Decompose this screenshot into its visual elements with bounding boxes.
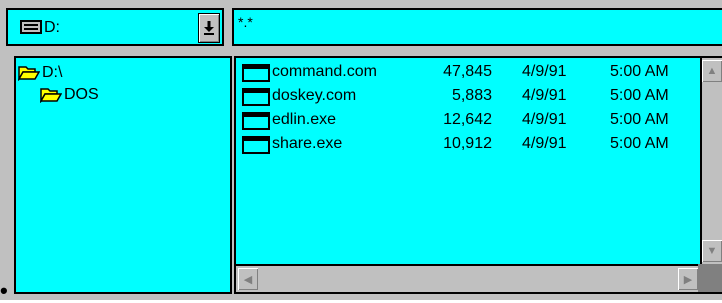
drive-label: D: [44, 19, 60, 36]
file-size: 47,845 [443, 63, 492, 80]
directory-tree[interactable]: D:\ DOS [14, 56, 232, 294]
file-date: 4/9/91 [522, 63, 567, 80]
open-folder-icon [18, 66, 40, 81]
drive-selector[interactable]: D: [6, 8, 224, 46]
list-item[interactable]: edlin.exe 12,642 4/9/91 5:00 AM [240, 108, 700, 132]
file-name: share.exe [272, 135, 343, 152]
filter-field[interactable]: *.* [232, 8, 722, 46]
file-time: 5:00 AM [610, 111, 669, 128]
file-time: 5:00 AM [610, 135, 669, 152]
file-manager-window: D: *.* D:\ DOS command.com 47,845 4/9/91… [0, 0, 722, 303]
vertical-scrollbar[interactable]: ▲ ▼ [700, 58, 722, 264]
drive-icon [20, 20, 42, 34]
file-icon [242, 136, 270, 154]
file-time: 5:00 AM [610, 63, 669, 80]
file-icon [242, 112, 270, 130]
file-date: 4/9/91 [522, 135, 567, 152]
arrow-left-icon: ◀ [243, 273, 253, 286]
tree-item-label: DOS [64, 86, 99, 103]
drive-dropdown-button[interactable] [198, 13, 220, 43]
arrow-right-icon: ▶ [683, 273, 693, 286]
scrollbar-corner [698, 264, 722, 292]
tree-item-label: D:\ [42, 64, 63, 81]
file-size: 5,883 [451, 87, 492, 104]
arrow-down-icon [204, 21, 214, 35]
list-item[interactable]: share.exe 10,912 4/9/91 5:00 AM [240, 132, 700, 156]
file-name: edlin.exe [272, 111, 337, 128]
arrow-down-icon: ▼ [706, 245, 718, 257]
file-time: 5:00 AM [610, 87, 669, 104]
list-item[interactable]: doskey.com 5,883 4/9/91 5:00 AM [240, 84, 700, 108]
file-icon [242, 64, 270, 82]
file-name: command.com [272, 63, 377, 80]
horizontal-scrollbar[interactable]: ◀ ▶ [236, 264, 700, 292]
file-icon [242, 88, 270, 106]
file-size: 12,642 [443, 111, 492, 128]
tree-item-root[interactable]: D:\ [18, 62, 62, 84]
arrow-up-icon: ▲ [706, 65, 718, 77]
tree-item-dos[interactable]: DOS [40, 84, 99, 106]
scroll-left-button[interactable]: ◀ [238, 268, 258, 290]
scroll-right-button[interactable]: ▶ [678, 268, 698, 290]
open-folder-icon [40, 88, 62, 103]
file-name: doskey.com [272, 87, 357, 104]
filter-pattern: *.* [238, 14, 253, 30]
file-size: 10,912 [443, 135, 492, 152]
cursor-glyph: • [0, 278, 8, 303]
list-item[interactable]: command.com 47,845 4/9/91 5:00 AM [240, 60, 700, 84]
scroll-up-button[interactable]: ▲ [702, 60, 722, 82]
scroll-down-button[interactable]: ▼ [702, 240, 722, 262]
file-date: 4/9/91 [522, 111, 567, 128]
file-list[interactable]: command.com 47,845 4/9/91 5:00 AM doskey… [234, 56, 722, 294]
file-date: 4/9/91 [522, 87, 567, 104]
